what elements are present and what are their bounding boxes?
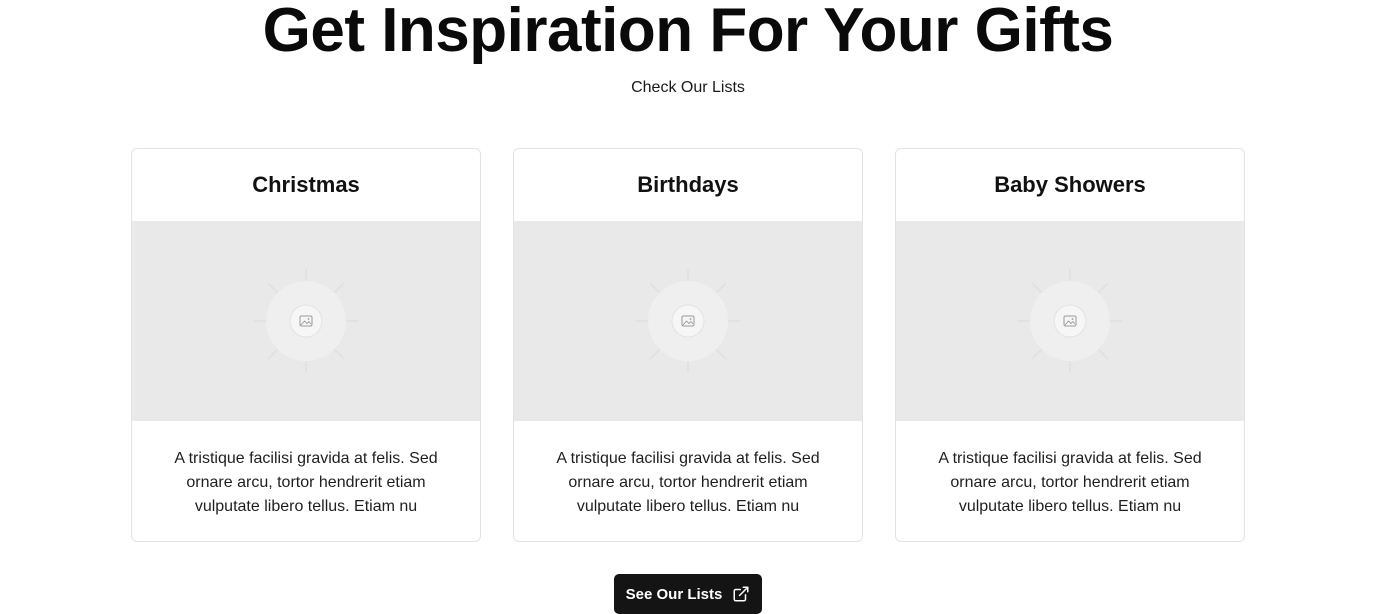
button-label: See Our Lists [625,585,723,603]
card-image-placeholder [514,221,862,421]
card-christmas[interactable]: Christmas A tristique facilisi gravida a… [131,148,481,542]
card-title: Baby Showers [994,172,1146,197]
page-subtitle: Check Our Lists [631,79,745,96]
card-title: Birthdays [637,172,739,197]
card-baby-showers[interactable]: Baby Showers A tristique facilisi gravid… [895,148,1245,542]
page: Get Inspiration For Your Gifts Check Our… [0,0,1376,614]
card-image-placeholder [896,221,1244,421]
card-description: A tristique facilisi gravida at felis. S… [174,450,438,515]
card-image-placeholder [132,221,480,421]
card-birthdays[interactable]: Birthdays A tristique facilisi gravida a… [513,148,863,542]
card-title: Christmas [252,172,360,197]
card-description: A tristique facilisi gravida at felis. S… [556,450,820,515]
image-placeholder-icon [1018,269,1122,373]
page-title: Get Inspiration For Your Gifts [262,0,1114,65]
image-placeholder-icon [636,269,740,373]
image-placeholder-icon [254,269,358,373]
external-link-icon [733,586,749,602]
see-our-lists-button[interactable]: See Our Lists [614,574,762,614]
card-description: A tristique facilisi gravida at felis. S… [938,450,1202,515]
